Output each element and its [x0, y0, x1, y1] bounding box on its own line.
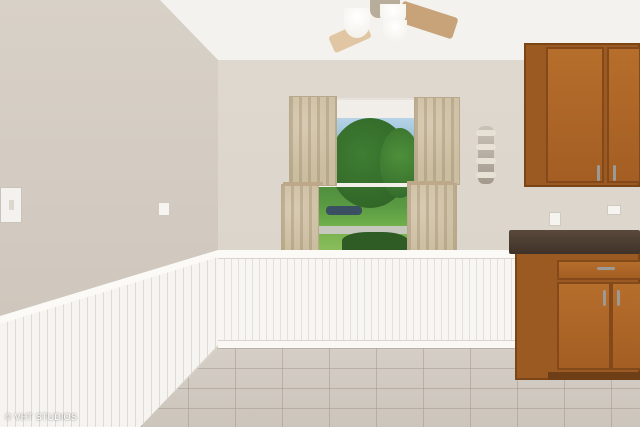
- curtain-tieback: [283, 182, 323, 186]
- cabinet-drawer: [557, 260, 640, 280]
- outlet-icon: [158, 202, 170, 216]
- curtain-tieback: [407, 181, 453, 185]
- car: [326, 206, 362, 215]
- wall-sconce-icon: [476, 126, 496, 184]
- cabinet-handle: [597, 165, 600, 181]
- drawer-handle: [597, 267, 615, 270]
- light-switch-icon: [0, 187, 22, 223]
- cabinet-handle: [613, 165, 616, 181]
- outlet-icon: [607, 205, 621, 215]
- cabinet-door: [611, 282, 640, 370]
- outlet-icon: [549, 212, 561, 226]
- lower-cabinet: [515, 250, 640, 380]
- cabinet-handle: [603, 290, 606, 306]
- cabinet-door: [546, 47, 604, 183]
- wainscot-back: [218, 252, 516, 348]
- granite-countertop: [509, 230, 640, 254]
- cabinet-handle: [617, 290, 620, 306]
- fan-light-globe: [383, 20, 407, 42]
- cabinet-door: [607, 47, 640, 183]
- wainscot-cap-back: [218, 250, 516, 259]
- kitchen-dining-photo: © VHT STUDIOS: [0, 0, 640, 427]
- fan-light-globe: [344, 8, 370, 38]
- upper-cabinet: [524, 43, 640, 187]
- curtain-top-right: [414, 97, 460, 185]
- watermark: © VHT STUDIOS: [5, 412, 78, 422]
- cabinet-door: [557, 282, 611, 370]
- curtain-top-left: [289, 96, 337, 186]
- cabinet-toe-kick: [548, 372, 640, 380]
